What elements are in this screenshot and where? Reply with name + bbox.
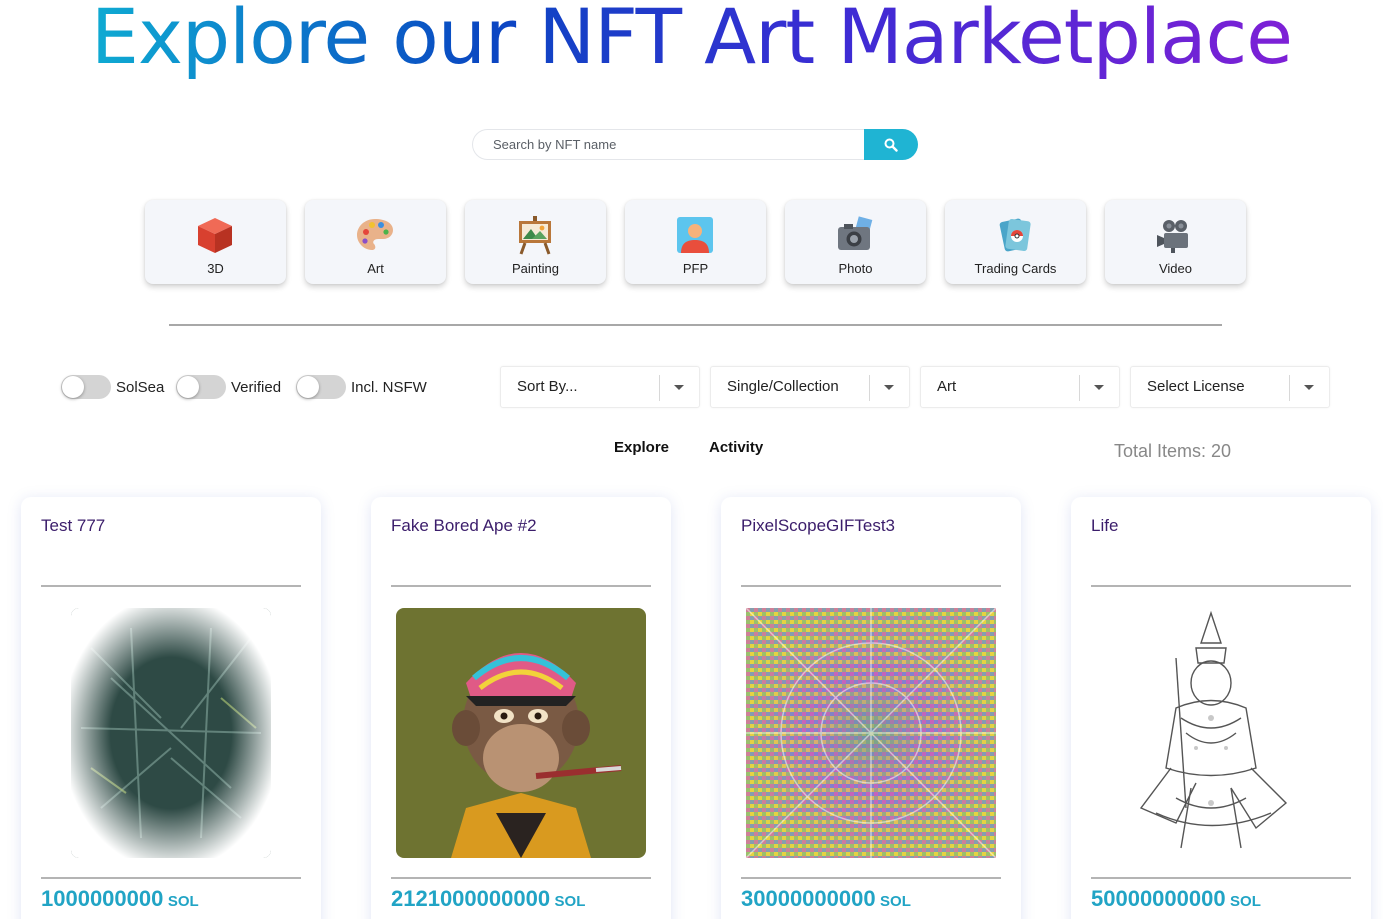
category-label: Trading Cards [974, 261, 1057, 276]
chevron-down-icon [1094, 385, 1104, 390]
category-label: PFP [682, 261, 709, 276]
chevron-down-icon [1304, 385, 1314, 390]
search-button[interactable] [864, 129, 918, 160]
toggle-label: Incl. NSFW [351, 378, 427, 396]
nft-card[interactable]: Fake Bored Ape #2 2121000000000 SOL [371, 497, 671, 919]
camera-icon [838, 216, 873, 250]
price-currency: SOL [880, 893, 911, 910]
category-3d[interactable]: 3D [145, 200, 286, 284]
nft-image [746, 608, 996, 858]
nft-image [71, 608, 271, 858]
select-separator [659, 375, 660, 401]
price-currency: SOL [1230, 893, 1261, 910]
nsfw-toggle[interactable] [296, 375, 346, 399]
category-photo[interactable]: Photo [785, 200, 926, 284]
card-divider [741, 877, 1001, 879]
select-separator [869, 375, 870, 401]
select-separator [1079, 375, 1080, 401]
tab-activity[interactable]: Activity [709, 439, 763, 456]
chevron-down-icon [674, 385, 684, 390]
total-items: Total Items: 20 [1114, 441, 1232, 461]
nft-price: 1000000000 SOL [41, 886, 199, 912]
card-divider [391, 585, 651, 587]
nft-title: Fake Bored Ape #2 [391, 516, 537, 535]
toggle-label: Verified [231, 378, 282, 396]
nft-price: 50000000000 SOL [1091, 886, 1261, 912]
section-divider [169, 324, 1222, 326]
select-value: Art [937, 378, 957, 395]
toggle-solsea[interactable]: SolSea [61, 374, 164, 400]
select-separator [1289, 375, 1290, 401]
verified-toggle[interactable] [176, 375, 226, 399]
cube-icon [198, 218, 232, 253]
price-value: 30000000000 [741, 886, 876, 911]
nft-price: 2121000000000 SOL [391, 886, 585, 912]
category-label: 3D [207, 261, 224, 276]
toggle-label: SolSea [116, 378, 165, 396]
profile-icon [677, 217, 713, 253]
nft-card[interactable]: Test 777 1000000000 SOL [21, 497, 321, 919]
video-camera-icon [1157, 220, 1188, 253]
easel-icon [519, 216, 551, 255]
nft-image [1116, 608, 1326, 858]
card-divider [41, 877, 301, 879]
category-label: Photo [838, 261, 873, 276]
category-label: Video [1158, 261, 1192, 276]
nft-title: Life [1091, 516, 1119, 535]
page-title: Explore our NFT Art Marketplace [0, 0, 1383, 82]
category-select[interactable]: Art [920, 366, 1120, 408]
search-input[interactable] [472, 129, 866, 160]
search-bar [472, 129, 918, 160]
card-divider [391, 877, 651, 879]
search-icon [884, 138, 898, 152]
card-divider [41, 585, 301, 587]
nft-price: 30000000000 SOL [741, 886, 911, 912]
price-currency: SOL [167, 893, 199, 910]
nft-card[interactable]: Life 50000000000 SOL [1071, 497, 1371, 919]
solsea-toggle[interactable] [61, 375, 111, 399]
nft-title: Test 777 [41, 516, 106, 535]
category-label: Painting [512, 261, 559, 276]
nft-title: PixelScopeGIFTest3 [741, 516, 896, 535]
palette-icon [357, 219, 393, 250]
card-divider [741, 585, 1001, 587]
category-label: Art [367, 261, 384, 276]
price-value: 50000000000 [1091, 886, 1226, 911]
tab-explore[interactable]: Explore [614, 439, 669, 456]
select-value: Select License [1147, 378, 1245, 395]
category-pfp[interactable]: PFP [625, 200, 766, 284]
category-painting[interactable]: Painting [465, 200, 606, 284]
sort-select[interactable]: Sort By... [500, 366, 700, 408]
chevron-down-icon [884, 385, 894, 390]
category-trading-cards[interactable]: Trading Cards [945, 200, 1086, 284]
nft-card[interactable]: PixelScopeGIFTest3 30000000000 SOL [721, 497, 1021, 919]
select-value: Sort By... [517, 378, 578, 395]
toggle-verified[interactable]: Verified [176, 374, 281, 400]
category-art[interactable]: Art [305, 200, 446, 284]
nft-image [396, 608, 646, 858]
card-divider [1091, 585, 1351, 587]
toggle-nsfw[interactable]: Incl. NSFW [296, 374, 427, 400]
category-video[interactable]: Video [1105, 200, 1246, 284]
price-value: 1000000000 [41, 886, 164, 911]
card-divider [1091, 877, 1351, 879]
price-value: 2121000000000 [391, 886, 551, 911]
select-value: Single/Collection [727, 378, 839, 395]
cards-icon [999, 218, 1031, 252]
license-select[interactable]: Select License [1130, 366, 1330, 408]
single-collection-select[interactable]: Single/Collection [710, 366, 910, 408]
price-currency: SOL [554, 893, 586, 910]
